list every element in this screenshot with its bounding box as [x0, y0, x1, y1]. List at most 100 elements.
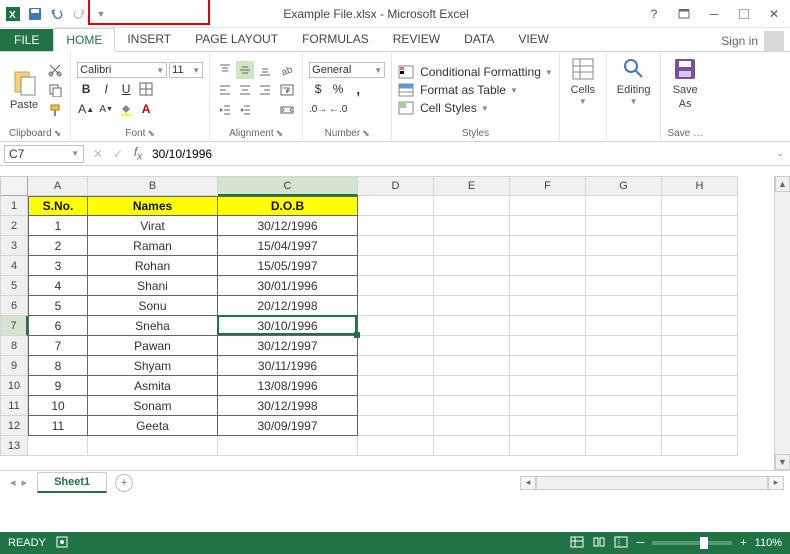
copy-icon[interactable] — [46, 81, 64, 99]
grid-cell[interactable] — [662, 256, 738, 276]
table-cell[interactable]: Sonu — [88, 296, 218, 316]
align-left-icon[interactable] — [216, 81, 234, 99]
cancel-formula-icon[interactable]: ✕ — [88, 147, 108, 161]
font-name-combo[interactable]: Calibri▼ — [77, 62, 167, 78]
grid-cell[interactable] — [510, 316, 586, 336]
grid-cell[interactable] — [510, 416, 586, 436]
grid-cell[interactable] — [434, 396, 510, 416]
grid-cell[interactable] — [662, 316, 738, 336]
formula-bar[interactable] — [148, 145, 770, 163]
table-cell[interactable]: 30/09/1997 — [218, 416, 358, 436]
undo-icon[interactable] — [48, 5, 66, 23]
table-cell[interactable]: 4 — [28, 276, 88, 296]
number-format-combo[interactable]: General▼ — [309, 62, 385, 78]
decrease-decimal-icon[interactable]: ←.0 — [329, 100, 347, 118]
view-page-layout-icon[interactable] — [592, 536, 606, 551]
table-cell[interactable]: 30/10/1996 — [218, 316, 358, 336]
column-header[interactable]: D — [358, 176, 434, 196]
zoom-in-button[interactable]: + — [740, 537, 746, 549]
align-center-icon[interactable] — [236, 81, 254, 99]
grid-cell[interactable] — [434, 316, 510, 336]
align-right-icon[interactable] — [256, 81, 274, 99]
decrease-font-icon[interactable]: A▼ — [97, 100, 115, 118]
qat-customize-icon[interactable]: ▼ — [92, 5, 110, 23]
bold-button[interactable]: B — [77, 80, 95, 98]
grid-cell[interactable] — [434, 236, 510, 256]
table-cell[interactable]: 9 — [28, 376, 88, 396]
table-cell[interactable]: 5 — [28, 296, 88, 316]
column-header[interactable]: G — [586, 176, 662, 196]
grid-cell[interactable] — [586, 416, 662, 436]
decrease-indent-icon[interactable] — [216, 101, 234, 119]
orientation-icon[interactable]: ab — [278, 61, 296, 79]
grid-cell[interactable] — [662, 436, 738, 456]
table-cell[interactable]: Pawan — [88, 336, 218, 356]
row-header[interactable]: 12 — [0, 416, 28, 436]
paste-button[interactable]: Paste — [6, 54, 42, 126]
table-cell[interactable]: Shyam — [88, 356, 218, 376]
table-cell[interactable]: 30/12/1998 — [218, 396, 358, 416]
row-header[interactable]: 8 — [0, 336, 28, 356]
table-cell[interactable]: 15/04/1997 — [218, 236, 358, 256]
table-cell[interactable]: Rohan — [88, 256, 218, 276]
grid-cell[interactable] — [358, 216, 434, 236]
new-sheet-button[interactable]: + — [115, 474, 133, 492]
grid-cell[interactable] — [434, 216, 510, 236]
sheet-nav-first-icon[interactable]: ◂ — [10, 476, 16, 489]
increase-font-icon[interactable]: A▲ — [77, 100, 95, 118]
grid-cell[interactable] — [434, 436, 510, 456]
grid-cell[interactable] — [510, 216, 586, 236]
zoom-slider[interactable] — [652, 541, 732, 545]
table-cell[interactable]: 2 — [28, 236, 88, 256]
wrap-text-icon[interactable] — [278, 81, 296, 99]
scroll-left-icon[interactable]: ◂ — [520, 476, 536, 490]
fill-color-button[interactable] — [117, 100, 135, 118]
grid-cell[interactable] — [586, 296, 662, 316]
grid-cell[interactable] — [358, 256, 434, 276]
grid-cell[interactable] — [358, 336, 434, 356]
font-color-button[interactable]: A — [137, 100, 155, 118]
alignment-dialog-launcher[interactable]: ⬊ — [276, 128, 284, 139]
table-cell[interactable]: 3 — [28, 256, 88, 276]
save-as-button[interactable]: SaveAs — [667, 54, 703, 112]
row-header[interactable]: 3 — [0, 236, 28, 256]
grid-cell[interactable] — [662, 396, 738, 416]
zoom-level[interactable]: 110% — [755, 537, 782, 549]
grid-cell[interactable] — [434, 336, 510, 356]
grid-cell[interactable] — [662, 236, 738, 256]
table-cell[interactable]: 10 — [28, 396, 88, 416]
column-header[interactable]: F — [510, 176, 586, 196]
grid-cell[interactable] — [586, 376, 662, 396]
grid-cell[interactable] — [358, 396, 434, 416]
grid-cell[interactable] — [434, 376, 510, 396]
row-header[interactable]: 4 — [0, 256, 28, 276]
scroll-down-icon[interactable]: ▼ — [775, 454, 790, 470]
align-top-icon[interactable] — [216, 61, 234, 79]
increase-decimal-icon[interactable]: .0→ — [309, 100, 327, 118]
select-all-corner[interactable] — [0, 176, 28, 196]
table-cell[interactable]: 30/11/1996 — [218, 356, 358, 376]
grid-cell[interactable] — [510, 196, 586, 216]
row-header[interactable]: 2 — [0, 216, 28, 236]
redo-icon[interactable] — [70, 5, 88, 23]
table-cell[interactable]: 20/12/1998 — [218, 296, 358, 316]
grid-cell[interactable] — [586, 276, 662, 296]
grid-cell[interactable] — [358, 296, 434, 316]
grid-cell[interactable] — [434, 196, 510, 216]
tab-data[interactable]: DATA — [452, 28, 506, 51]
tab-home[interactable]: HOME — [53, 28, 115, 52]
table-cell[interactable]: 6 — [28, 316, 88, 336]
grid-cell[interactable] — [358, 356, 434, 376]
cut-icon[interactable] — [46, 61, 64, 79]
conditional-formatting-button[interactable]: Conditional Formatting▼ — [398, 65, 553, 79]
grid-cell[interactable] — [586, 216, 662, 236]
grid-cell[interactable] — [358, 376, 434, 396]
format-painter-icon[interactable] — [46, 101, 64, 119]
table-cell[interactable]: 13/08/1996 — [218, 376, 358, 396]
close-button[interactable]: ✕ — [762, 4, 786, 24]
table-cell[interactable]: Virat — [88, 216, 218, 236]
column-header[interactable]: H — [662, 176, 738, 196]
sheet-nav-last-icon[interactable]: ▸ — [22, 476, 28, 489]
vertical-scrollbar[interactable]: ▲ ▼ — [774, 176, 790, 470]
grid-cell[interactable] — [510, 276, 586, 296]
